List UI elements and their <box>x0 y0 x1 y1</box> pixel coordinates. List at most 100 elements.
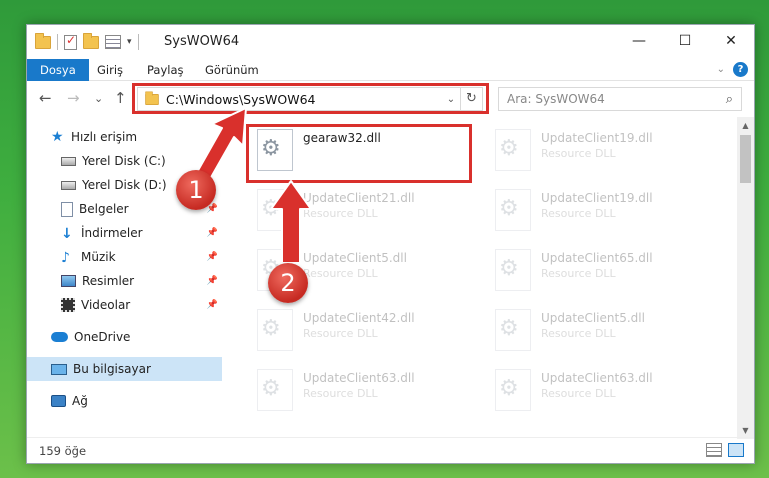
window-title: SysWOW64 <box>164 34 240 49</box>
dll-file-icon <box>495 129 531 171</box>
forward-button[interactable]: → <box>67 89 80 107</box>
view-switcher <box>706 443 744 457</box>
file-name: UpdateClient19.dll <box>541 131 653 145</box>
pin-icon[interactable]: 📌 <box>207 300 218 310</box>
download-icon: ↓ <box>61 226 73 242</box>
tab-file[interactable]: Dosya <box>27 59 89 81</box>
file-item[interactable]: UpdateClient5.dll Resource DLL <box>467 301 697 357</box>
expand-ribbon-icon[interactable]: ⌄ <box>717 64 725 75</box>
scroll-thumb[interactable] <box>740 135 751 183</box>
sidebar-item-label: Bu bilgisayar <box>73 362 151 376</box>
customize-dropdown-icon[interactable]: ▾ <box>127 37 132 47</box>
recent-locations-dropdown[interactable]: ⌄ <box>94 92 103 105</box>
file-item[interactable]: UpdateClient19.dll Resource DLL <box>467 121 697 177</box>
sidebar-item-quick-access[interactable]: ★ Hızlı erişim <box>27 125 222 149</box>
divider <box>57 34 58 50</box>
dll-file-icon <box>495 189 531 231</box>
dll-file-icon <box>495 369 531 411</box>
scroll-up-icon[interactable]: ▲ <box>737 117 754 134</box>
tab-share[interactable]: Paylaş <box>147 59 184 81</box>
file-name: UpdateClient19.dll <box>541 191 653 205</box>
sidebar-item-this-pc[interactable]: Bu bilgisayar <box>27 357 222 381</box>
search-icon[interactable]: ⌕ <box>726 92 733 107</box>
up-button[interactable]: ↑ <box>114 89 127 107</box>
file-name: UpdateClient63.dll <box>303 371 415 385</box>
sidebar-item-videos[interactable]: Videolar 📌 <box>27 293 222 317</box>
sidebar-item-label: Müzik <box>81 250 116 264</box>
dll-file-icon <box>257 189 293 231</box>
ribbon-right: ⌄ ? <box>717 62 748 77</box>
address-highlight-frame <box>132 83 489 114</box>
search-input[interactable]: Ara: SysWOW64 <box>507 92 605 106</box>
network-icon <box>51 395 66 407</box>
music-icon: ♪ <box>61 250 70 266</box>
computer-icon <box>51 363 67 375</box>
tab-home[interactable]: Giriş <box>97 59 123 81</box>
sidebar-item-label: Yerel Disk (C:) <box>82 154 166 168</box>
properties-check-icon[interactable] <box>64 33 77 50</box>
search-box[interactable]: Ara: SysWOW64 ⌕ <box>498 87 742 111</box>
item-count: 159 öğe <box>39 444 87 458</box>
divider <box>137 34 139 50</box>
file-type: Resource DLL <box>541 387 616 400</box>
pictures-icon <box>61 275 76 287</box>
cloud-icon <box>51 332 68 342</box>
tab-view[interactable]: Görünüm <box>205 59 259 81</box>
sidebar-item-label: İndirmeler <box>81 226 143 240</box>
file-item[interactable]: UpdateClient5.dll Resource DLL <box>229 241 459 297</box>
file-name: UpdateClient63.dll <box>541 371 653 385</box>
dll-file-icon <box>257 369 293 411</box>
new-folder-icon[interactable] <box>83 32 99 49</box>
back-button[interactable]: ← <box>39 89 52 107</box>
file-name: UpdateClient65.dll <box>541 251 653 265</box>
ribbon-tabs: Dosya Giriş Paylaş Görünüm ⌄ ? <box>27 59 754 81</box>
sidebar-item-onedrive[interactable]: OneDrive <box>27 325 222 349</box>
help-icon[interactable]: ? <box>733 62 748 77</box>
document-icon <box>61 201 73 217</box>
sidebar-item-network[interactable]: Ağ <box>27 389 222 413</box>
pin-icon[interactable]: 📌 <box>207 252 218 262</box>
pin-icon[interactable]: 📌 <box>207 276 218 286</box>
star-icon: ★ <box>51 129 64 145</box>
vertical-scrollbar[interactable]: ▲ ▼ <box>737 117 754 439</box>
file-item[interactable]: UpdateClient63.dll Resource DLL <box>229 361 459 417</box>
drive-icon <box>61 156 76 166</box>
file-item[interactable]: UpdateClient65.dll Resource DLL <box>467 241 697 297</box>
drive-icon <box>61 180 76 190</box>
sidebar-item-label: Resimler <box>82 274 135 288</box>
sidebar-item-label: OneDrive <box>74 330 131 344</box>
file-type: Resource DLL <box>541 207 616 220</box>
view-options-icon[interactable] <box>105 35 121 49</box>
file-name: UpdateClient5.dll <box>303 251 407 265</box>
quick-access-toolbar: ▾ <box>35 32 139 50</box>
file-type: Resource DLL <box>541 267 616 280</box>
pin-icon[interactable]: 📌 <box>207 228 218 238</box>
folder-icon <box>35 32 51 49</box>
file-item[interactable]: UpdateClient42.dll Resource DLL <box>229 301 459 357</box>
title-bar: ▾ SysWOW64 — ☐ ✕ <box>27 25 754 59</box>
file-name: UpdateClient21.dll <box>303 191 415 205</box>
step-2-badge: 2 <box>268 263 308 303</box>
file-item[interactable]: UpdateClient63.dll Resource DLL <box>467 361 697 417</box>
file-type: Resource DLL <box>303 327 378 340</box>
sidebar-item-downloads[interactable]: ↓ İndirmeler 📌 <box>27 221 222 245</box>
dll-file-icon <box>257 309 293 351</box>
file-item[interactable]: UpdateClient19.dll Resource DLL <box>467 181 697 237</box>
file-type: Resource DLL <box>303 267 378 280</box>
sidebar-item-label: Videolar <box>81 298 131 312</box>
file-item[interactable]: UpdateClient21.dll Resource DLL <box>229 181 459 237</box>
sidebar-item-music[interactable]: ♪ Müzik 📌 <box>27 245 222 269</box>
sidebar-item-label: Belgeler <box>79 202 129 216</box>
close-button[interactable]: ✕ <box>708 25 754 57</box>
status-bar: 159 öğe <box>27 437 754 463</box>
file-type: Resource DLL <box>303 387 378 400</box>
large-icons-view-icon[interactable] <box>728 443 744 457</box>
file-type: Resource DLL <box>303 207 378 220</box>
file-type: Resource DLL <box>541 327 616 340</box>
minimize-button[interactable]: — <box>616 25 662 57</box>
explorer-window: ▾ SysWOW64 — ☐ ✕ Dosya Giriş Paylaş Görü… <box>26 24 755 464</box>
sidebar-item-pictures[interactable]: Resimler 📌 <box>27 269 222 293</box>
maximize-button[interactable]: ☐ <box>662 25 708 57</box>
details-view-icon[interactable] <box>706 443 722 457</box>
navigation-pane: ★ Hızlı erişim Yerel Disk (C:) Yerel Dis… <box>27 117 222 437</box>
